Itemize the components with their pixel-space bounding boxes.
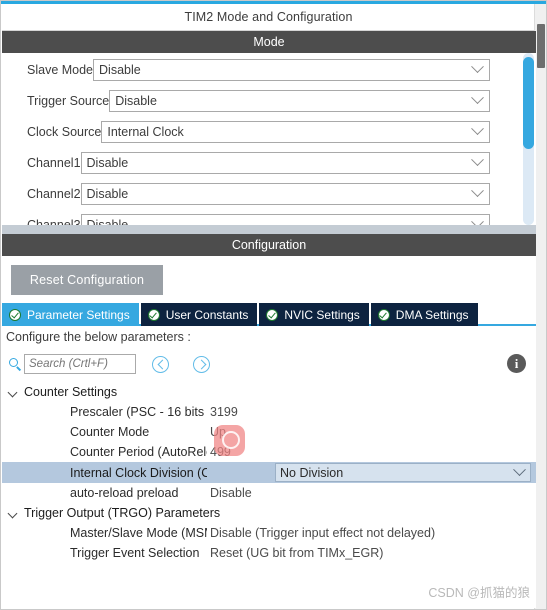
parameter-value: 3199: [210, 405, 238, 419]
parameter-name: Trigger Event Selection: [70, 546, 200, 560]
mode-panel: Slave Mode Disable Trigger Source Disable Cl…: [2, 53, 536, 225]
mode-row-dropdown[interactable]: Internal Clock: [101, 121, 490, 143]
tree-item-row[interactable]: Prescaler (PSC - 16 bits value)3199: [2, 402, 536, 422]
mode-row-label: Channel3: [27, 218, 81, 225]
mode-row-dropdown[interactable]: Disable: [80, 152, 490, 174]
mode-row-dropdown[interactable]: Disable: [109, 90, 490, 112]
chevron-down-icon: [471, 153, 484, 167]
chevron-down-icon: [471, 122, 484, 136]
parameter-name: Prescaler (PSC - 16 bits value): [70, 405, 207, 419]
tree-item-row[interactable]: auto-reload preload Disable: [2, 483, 536, 503]
mode-row-label: Clock Source: [27, 125, 102, 139]
panel-divider: [2, 225, 536, 234]
tab-label: User Constants: [165, 307, 249, 322]
tree-group-label: Trigger Output (TRGO) Parameters: [24, 506, 221, 520]
tree-item-row[interactable]: Counter ModeUp: [2, 422, 536, 442]
chevron-down-icon: [471, 215, 484, 225]
tree-item-row[interactable]: Internal Clock Division (CKD) No Division: [2, 462, 536, 483]
tim2-configuration-window: TIM2 Mode and Configuration Mode Slave M…: [0, 0, 547, 610]
chevron-down-icon: [471, 91, 484, 105]
mode-row-value: Disable: [86, 156, 129, 170]
mode-row-label: Channel2: [27, 187, 81, 201]
mode-row: Channel1 Disable: [2, 149, 514, 177]
mode-row-label: Channel1: [27, 156, 81, 170]
info-icon[interactable]: i: [507, 354, 526, 373]
mode-section-header: Mode: [2, 31, 536, 53]
parameter-value: Disable (Trigger input effect not delaye…: [210, 526, 436, 540]
tree-item-row[interactable]: Trigger Event Selection Reset (UG bit fro…: [2, 543, 536, 563]
parameter-name: Internal Clock Division (CKD): [70, 465, 207, 480]
mode-row: Trigger Source Disable: [2, 87, 514, 115]
tab-label: Parameter Settings: [27, 307, 130, 322]
mode-row-label: Trigger Source: [27, 94, 110, 108]
mode-row-list: Slave Mode Disable Trigger Source Disable Cl…: [2, 53, 514, 225]
parameter-name: Counter Period (AutoReload Reg...: [70, 445, 207, 459]
parameter-name: Counter Mode: [70, 425, 150, 439]
configuration-hint: Configure the below parameters :: [6, 330, 191, 344]
chevron-down-icon: [513, 462, 526, 476]
chevron-down-icon: [471, 184, 484, 198]
check-circle-icon: [9, 308, 21, 321]
mode-row: Slave Mode Disable: [2, 56, 514, 84]
mode-row-dropdown[interactable]: Disable: [80, 214, 490, 225]
search-icon: [9, 358, 18, 367]
page-scrollbar-thumb[interactable]: [537, 24, 545, 68]
watermark: CSDN @抓猫的狼: [428, 586, 530, 600]
check-circle-icon: [147, 308, 160, 321]
mode-row-dropdown[interactable]: Disable: [93, 59, 490, 81]
mode-row-value: Disable: [86, 218, 129, 225]
window-title: TIM2 Mode and Configuration: [2, 4, 535, 31]
tree-item-row[interactable]: Counter Period (AutoReload Reg...499: [2, 442, 536, 462]
parameter-tree: Counter Settings Prescaler (PSC - 16 bits…: [2, 382, 536, 563]
chevron-down-icon: [471, 60, 484, 74]
mode-row-dropdown[interactable]: Disable: [80, 183, 490, 205]
tab-label: DMA Settings: [395, 307, 469, 322]
mode-row-value: Disable: [115, 94, 157, 108]
parameter-value: Reset (UG bit from TIMx_EGR): [210, 546, 384, 560]
tab-dma-settings[interactable]: DMA Settings: [370, 303, 478, 326]
parameter-value: Disable: [210, 486, 252, 500]
configuration-section-header: Configuration: [2, 234, 536, 256]
previous-match-icon[interactable]: [152, 356, 169, 373]
parameter-search-row: i: [2, 352, 536, 380]
mode-row: Channel2 Disable: [2, 180, 514, 208]
tree-item-row[interactable]: Master/Slave Mode (MSM bit)Disable (Trig…: [2, 523, 536, 543]
check-circle-icon: [266, 308, 279, 321]
tree-group-row[interactable]: Counter Settings: [2, 382, 536, 402]
parameter-value-dropdown[interactable]: No Division: [275, 462, 531, 482]
tab-parameter-settings[interactable]: Parameter Settings: [2, 303, 139, 326]
click-indicator: [214, 425, 245, 456]
parameter-name: Master/Slave Mode (MSM bit): [70, 526, 207, 540]
mode-row-value: Disable: [99, 63, 141, 77]
mode-panel-scrollbar-thumb[interactable]: [523, 57, 534, 149]
mode-panel-scrollbar[interactable]: [523, 53, 534, 225]
tree-group-row[interactable]: Trigger Output (TRGO) Parameters: [2, 503, 536, 523]
mode-row: Channel3 Disable: [2, 211, 514, 225]
next-match-icon[interactable]: [193, 356, 210, 373]
tab-label: NVIC Settings: [284, 307, 360, 322]
configuration-body: Reset Configuration Parameter Settings Us…: [2, 256, 536, 608]
mode-row-label: Slave Mode: [27, 63, 94, 77]
tree-group-label: Counter Settings: [24, 385, 118, 399]
parameter-name: auto-reload preload: [70, 486, 179, 500]
configuration-tab-strip: Parameter Settings User Constants NVIC Set…: [2, 303, 536, 326]
parameter-value: No Division: [280, 465, 344, 480]
search-input[interactable]: [24, 354, 136, 374]
mode-row-value: Disable: [86, 187, 129, 201]
mode-row-value: Internal Clock: [107, 125, 184, 139]
check-circle-icon: [377, 308, 390, 321]
reset-configuration-button[interactable]: Reset Configuration: [11, 265, 163, 295]
tab-nvic-settings[interactable]: NVIC Settings: [259, 303, 369, 326]
mode-row: Clock Source Internal Clock: [2, 118, 514, 146]
tab-user-constants[interactable]: User Constants: [140, 303, 258, 326]
